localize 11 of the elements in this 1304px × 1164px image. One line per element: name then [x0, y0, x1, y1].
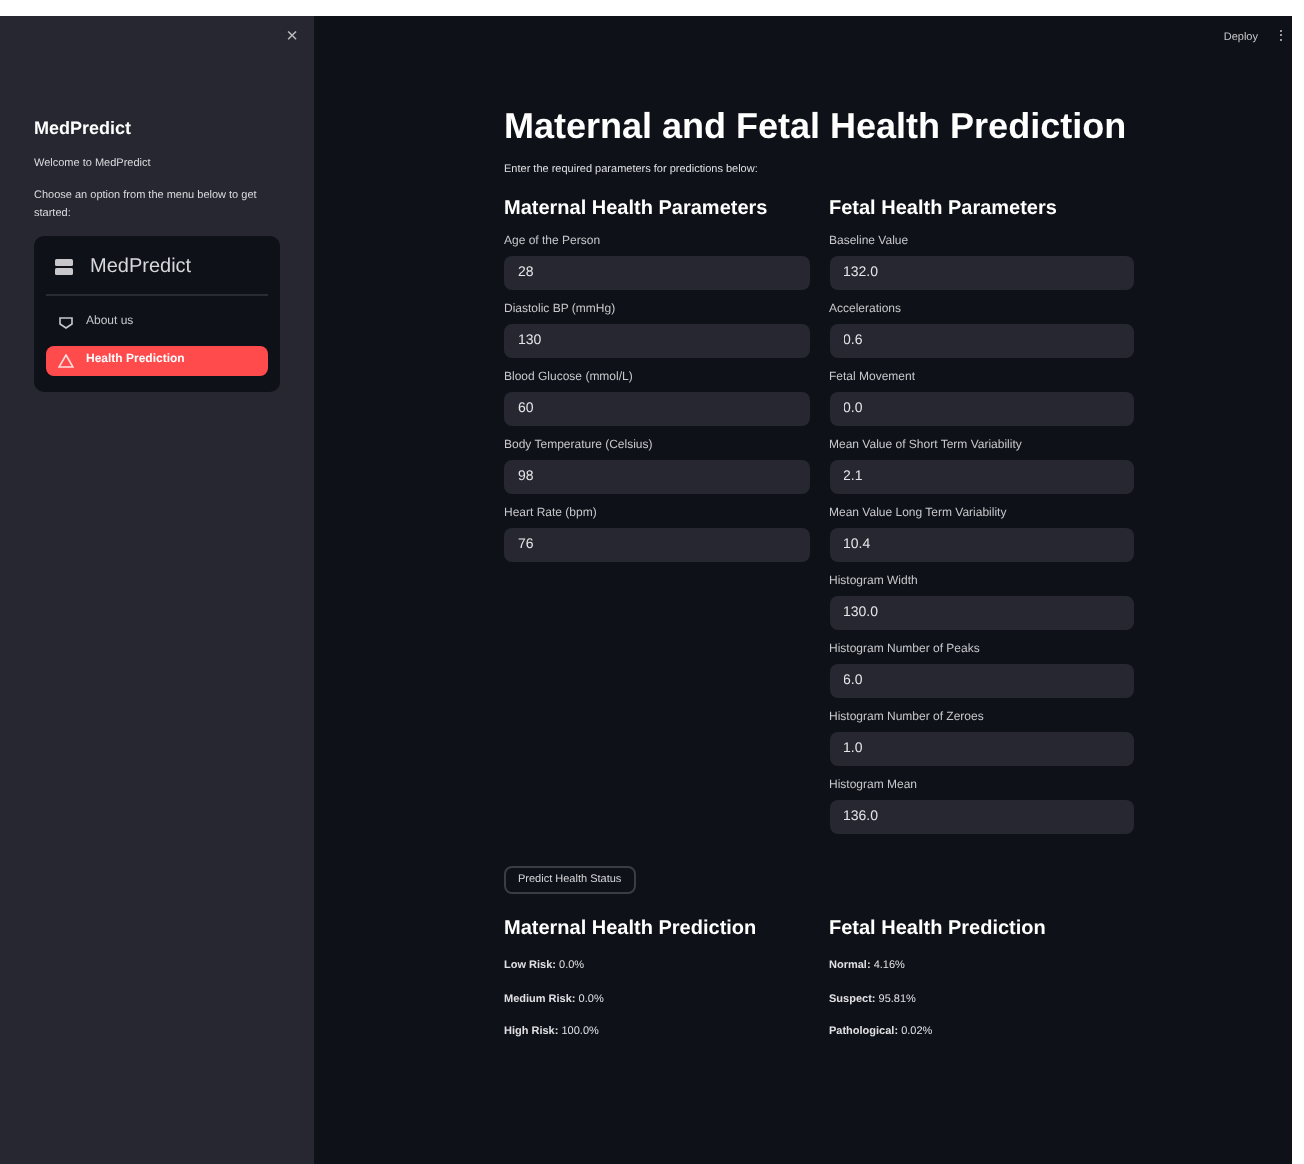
server-icon	[54, 257, 74, 276]
section-heading: Fetal Health Parameters	[829, 198, 1059, 223]
result-heading: Fetal Health Prediction	[829, 918, 1048, 943]
close-button[interactable]: ×	[286, 28, 298, 48]
shield-icon	[58, 315, 74, 330]
page-title: Maternal and Fetal Health Prediction	[504, 104, 1129, 148]
warning-icon	[58, 353, 74, 368]
result-heading: Maternal Health Prediction	[504, 918, 759, 943]
sidebar-title: MedPredict	[34, 116, 134, 142]
section-heading: Maternal Health Parameters	[504, 198, 770, 223]
menu-title: MedPredict	[90, 253, 192, 282]
